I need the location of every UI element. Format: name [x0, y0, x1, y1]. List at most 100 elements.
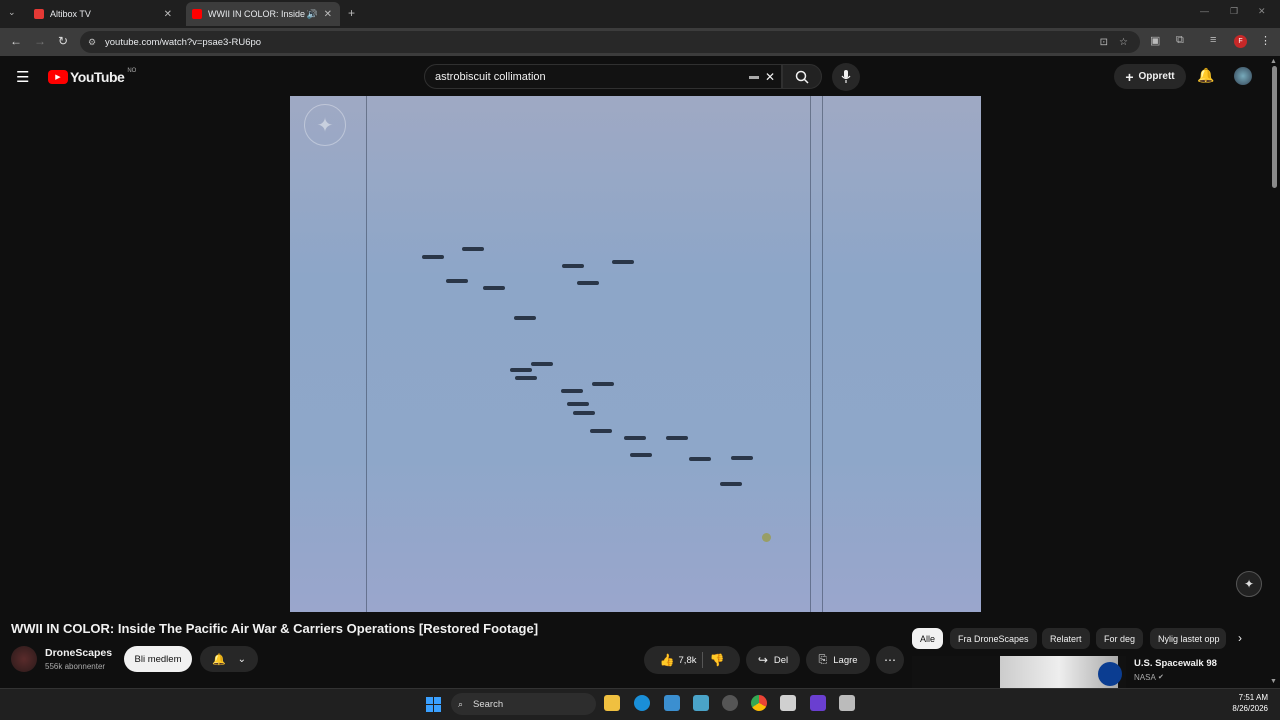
- chip-recently-uploaded[interactable]: Nylig lastet opp: [1150, 628, 1226, 649]
- voice-search-button[interactable]: [832, 63, 860, 91]
- close-icon[interactable]: ✕: [324, 9, 332, 20]
- aircraft: [514, 316, 536, 320]
- profile-avatar[interactable]: F: [1234, 35, 1247, 48]
- search-input[interactable]: astrobiscuit collimation ▬ ✕: [424, 64, 782, 89]
- browser-menu-icon[interactable]: ⋮: [1260, 34, 1271, 47]
- video-player[interactable]: ✦: [290, 96, 981, 612]
- forward-icon[interactable]: →: [34, 34, 46, 48]
- verified-icon: ✔: [1158, 674, 1164, 681]
- aircraft: [562, 264, 584, 268]
- nasa-logo: [1098, 662, 1122, 686]
- scroll-down-icon[interactable]: ▼: [1270, 678, 1277, 685]
- create-button[interactable]: + Opprett: [1114, 64, 1186, 89]
- aircraft: [510, 368, 532, 372]
- clock-time: 7:51 AM: [1238, 693, 1268, 702]
- back-icon[interactable]: ←: [10, 34, 22, 48]
- clear-search-icon[interactable]: ✕: [765, 70, 775, 84]
- channel-watermark-icon: ✦: [304, 104, 346, 146]
- hamburger-menu-icon[interactable]: ☰: [16, 68, 29, 86]
- puzzle-extensions-icon[interactable]: ⧉: [1176, 34, 1184, 47]
- channel-name[interactable]: DroneScapes: [45, 647, 112, 659]
- search-button[interactable]: [782, 64, 822, 89]
- aircraft: [666, 436, 688, 440]
- extension-icon[interactable]: ▣: [1150, 34, 1160, 47]
- chevron-right-icon[interactable]: ›: [1238, 631, 1242, 645]
- speaker-icon[interactable]: 🔊: [307, 9, 318, 20]
- system-clock[interactable]: 7:51 AM 8/26/2026: [1226, 692, 1268, 714]
- floating-channel-badge-icon[interactable]: ✦: [1236, 571, 1262, 597]
- app-icon[interactable]: [839, 695, 855, 711]
- chip-from-channel[interactable]: Fra DroneScapes: [950, 628, 1037, 649]
- aircraft: [515, 376, 537, 380]
- media-control-icon[interactable]: ≡: [1210, 34, 1216, 46]
- windows-start-icon[interactable]: [426, 697, 441, 712]
- app-icon[interactable]: [722, 695, 738, 711]
- like-button[interactable]: 👍 7,8k: [660, 653, 697, 667]
- aircraft: [462, 247, 484, 251]
- browser-tab-bar: ⌄ Altibox TV ✕ WWII IN COLOR: Inside The…: [0, 0, 1280, 28]
- save-label: Lagre: [833, 654, 858, 666]
- maximize-icon[interactable]: ❐: [1230, 6, 1238, 17]
- chip-label: Nylig lastet opp: [1158, 633, 1220, 644]
- recommendation-title[interactable]: U.S. Spacewalk 98: [1134, 658, 1217, 669]
- thumbs-down-icon[interactable]: 👎: [709, 653, 724, 667]
- aircraft: [531, 362, 553, 366]
- youtube-play-icon: ▶: [48, 70, 68, 84]
- reload-icon[interactable]: ↻: [58, 34, 68, 48]
- edge-icon[interactable]: [634, 695, 650, 711]
- new-tab-icon[interactable]: +: [348, 6, 355, 20]
- keyboard-icon[interactable]: ▬: [749, 71, 759, 82]
- subscription-notify-button[interactable]: 🔔 ⌄: [200, 646, 258, 672]
- subscriber-count: 556k abonnenter: [45, 662, 106, 671]
- chip-all[interactable]: Alle: [912, 628, 944, 649]
- tab-label: WWII IN COLOR: Inside The: [208, 9, 308, 19]
- account-avatar[interactable]: [1234, 67, 1252, 85]
- browser-toolbar: ← → ↻ ⚙ youtube.com/watch?v=psae3-RU6po …: [0, 28, 1280, 56]
- film-scratch: [822, 96, 823, 612]
- altibox-favicon-icon: [34, 9, 44, 19]
- close-icon[interactable]: ✕: [164, 9, 172, 20]
- channel-avatar[interactable]: [11, 646, 37, 672]
- app-icon[interactable]: [810, 695, 826, 711]
- share-icon: ↪: [757, 653, 768, 667]
- chip-related[interactable]: Relatert: [1042, 628, 1090, 649]
- film-scratch: [810, 96, 811, 612]
- scroll-up-icon[interactable]: ▲: [1270, 58, 1277, 65]
- more-actions-button[interactable]: ⋯: [876, 646, 904, 674]
- divider: [702, 652, 704, 668]
- app-icon[interactable]: [780, 695, 796, 711]
- window-close-icon[interactable]: ✕: [1258, 6, 1266, 17]
- aircraft: [483, 286, 505, 290]
- tab-altibox[interactable]: Altibox TV ✕: [28, 2, 180, 26]
- aircraft: [446, 279, 468, 283]
- tab-list-chevron-icon[interactable]: ⌄: [8, 7, 16, 18]
- recommendation-channel: NASA: [1134, 673, 1156, 682]
- address-bar[interactable]: ⚙ youtube.com/watch?v=psae3-RU6po ⊡ ☆: [80, 31, 1140, 53]
- bookmark-icon: ⎘: [818, 653, 828, 666]
- recommendation-thumbnail[interactable]: [912, 656, 1126, 688]
- site-info-icon[interactable]: ⚙: [88, 37, 96, 48]
- youtube-wordmark: YouTube: [70, 69, 125, 85]
- youtube-logo[interactable]: ▶ YouTube NO: [48, 68, 136, 85]
- app-icon[interactable]: [664, 695, 680, 711]
- bookmark-star-icon[interactable]: ☆: [1119, 37, 1128, 48]
- install-app-icon[interactable]: ⊡: [1100, 37, 1108, 48]
- save-button[interactable]: ⎘ Lagre: [806, 646, 870, 674]
- notifications-bell-icon[interactable]: 🔔: [1197, 67, 1214, 84]
- film-speck: [762, 533, 771, 542]
- minimize-icon[interactable]: —: [1200, 6, 1209, 16]
- video-title: WWII IN COLOR: Inside The Pacific Air Wa…: [11, 621, 539, 636]
- chrome-icon[interactable]: [751, 695, 767, 711]
- page-scrollbar[interactable]: [1272, 66, 1277, 188]
- aircraft: [422, 255, 444, 259]
- join-button[interactable]: Bli medlem: [124, 646, 192, 672]
- share-label: Del: [773, 654, 789, 666]
- tab-youtube-video[interactable]: WWII IN COLOR: Inside The 🔊 ✕: [186, 2, 340, 26]
- taskbar-search[interactable]: ⌕ Search: [451, 693, 596, 715]
- file-explorer-icon[interactable]: [604, 695, 620, 711]
- aircraft: [567, 402, 589, 406]
- app-icon[interactable]: [693, 695, 709, 711]
- chip-for-you[interactable]: For deg: [1096, 628, 1144, 649]
- share-button[interactable]: ↪ Del: [746, 646, 800, 674]
- aircraft: [630, 453, 652, 457]
